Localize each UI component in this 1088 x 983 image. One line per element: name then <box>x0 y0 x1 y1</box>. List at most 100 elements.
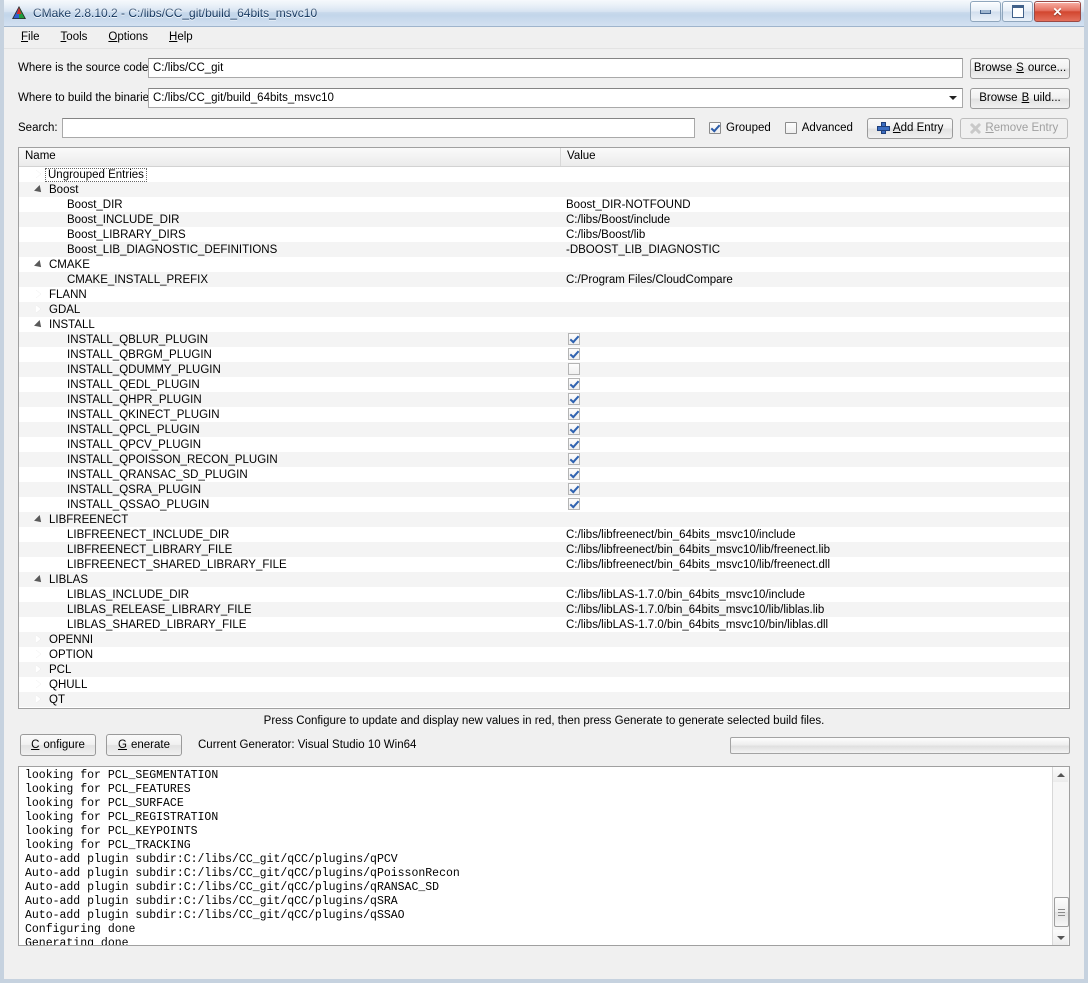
entry-checkbox[interactable] <box>568 363 580 376</box>
table-row[interactable]: Ungrouped Entries <box>19 167 1069 182</box>
table-row[interactable]: QT <box>19 692 1069 707</box>
cell-name[interactable]: INSTALL_QKINECT_PLUGIN <box>19 409 561 421</box>
table-row[interactable]: OPENNI <box>19 632 1069 647</box>
cell-value[interactable] <box>561 483 1069 496</box>
table-row[interactable]: OPTION <box>19 647 1069 662</box>
triangle-right-icon[interactable] <box>33 648 46 661</box>
table-row[interactable]: LIBLAS <box>19 572 1069 587</box>
cell-value[interactable] <box>561 348 1069 361</box>
source-input[interactable] <box>148 58 963 78</box>
menu-options[interactable]: Options <box>99 29 160 46</box>
cell-name[interactable]: INSTALL <box>19 318 561 331</box>
table-row[interactable]: INSTALL <box>19 317 1069 332</box>
triangle-right-icon[interactable] <box>33 633 46 646</box>
table-row[interactable]: Boost_LIBRARY_DIRS C:/libs/Boost/lib <box>19 227 1069 242</box>
cell-value[interactable] <box>561 468 1069 481</box>
triangle-down-icon[interactable] <box>33 183 46 196</box>
cell-name[interactable]: INSTALL_QBLUR_PLUGIN <box>19 334 561 346</box>
cell-value[interactable]: C:/libs/libfreenect/bin_64bits_msvc10/in… <box>561 529 1069 541</box>
minimize-button[interactable] <box>970 1 1001 22</box>
entry-checkbox[interactable] <box>568 378 580 391</box>
cell-name[interactable]: LIBLAS <box>19 573 561 586</box>
table-row[interactable]: LIBLAS_SHARED_LIBRARY_FILE C:/libs/libLAS… <box>19 617 1069 632</box>
output-log-scrollbar[interactable] <box>1052 767 1069 945</box>
triangle-down-icon[interactable] <box>33 318 46 331</box>
table-row[interactable]: Boost_LIB_DIAGNOSTIC_DEFINITIONS -DBOOST_… <box>19 242 1069 257</box>
cell-value[interactable] <box>561 393 1069 406</box>
table-row[interactable]: INSTALL_QPCV_PLUGIN <box>19 437 1069 452</box>
cell-name[interactable]: LIBLAS_SHARED_LIBRARY_FILE <box>19 619 561 631</box>
cell-value[interactable]: C:/libs/Boost/include <box>561 214 1069 226</box>
cell-name[interactable]: Ungrouped Entries <box>19 167 561 182</box>
table-row[interactable]: LIBFREENECT_SHARED_LIBRARY_FILE C:/libs/l… <box>19 557 1069 572</box>
cell-value[interactable] <box>561 498 1069 511</box>
grouped-checkbox[interactable]: Grouped <box>709 122 771 134</box>
table-row[interactable]: INSTALL_QDUMMY_PLUGIN <box>19 362 1069 377</box>
cell-value[interactable] <box>561 423 1069 436</box>
cell-name[interactable]: QHULL <box>19 678 561 691</box>
cell-value[interactable]: C:/libs/Boost/lib <box>561 229 1069 241</box>
triangle-down-icon[interactable] <box>33 513 46 526</box>
entry-checkbox[interactable] <box>568 498 580 511</box>
cell-name[interactable]: GDAL <box>19 303 561 316</box>
triangle-right-icon[interactable] <box>33 678 46 691</box>
cell-name[interactable]: QT <box>19 693 561 706</box>
cell-name[interactable]: INSTALL_QBRGM_PLUGIN <box>19 349 561 361</box>
menu-file[interactable]: File <box>12 29 52 46</box>
table-row[interactable]: INSTALL_QPOISSON_RECON_PLUGIN <box>19 452 1069 467</box>
advanced-checkbox-box[interactable] <box>784 122 797 134</box>
cell-value[interactable] <box>561 378 1069 391</box>
entry-checkbox[interactable] <box>568 393 580 406</box>
advanced-checkbox[interactable]: Advanced <box>784 122 853 134</box>
chevron-down-icon[interactable] <box>944 89 962 107</box>
table-row[interactable]: INSTALL_QBLUR_PLUGIN <box>19 332 1069 347</box>
build-combo[interactable] <box>148 88 963 108</box>
triangle-right-icon[interactable] <box>33 288 46 301</box>
cell-value[interactable]: -DBOOST_LIB_DIAGNOSTIC <box>561 244 1069 256</box>
table-row[interactable]: INSTALL_QKINECT_PLUGIN <box>19 407 1069 422</box>
entry-checkbox[interactable] <box>568 333 580 346</box>
cell-value[interactable] <box>561 438 1069 451</box>
cell-value[interactable]: C:/libs/libLAS-1.7.0/bin_64bits_msvc10/l… <box>561 604 1069 616</box>
scroll-down-icon[interactable] <box>1053 930 1068 945</box>
table-row[interactable]: PCL <box>19 662 1069 677</box>
cell-name[interactable]: LIBFREENECT <box>19 513 561 526</box>
triangle-right-icon[interactable] <box>33 693 46 706</box>
triangle-down-icon[interactable] <box>33 573 46 586</box>
entry-checkbox[interactable] <box>568 438 580 451</box>
cell-value[interactable] <box>561 408 1069 421</box>
cell-name[interactable]: INSTALL_QPOISSON_RECON_PLUGIN <box>19 454 561 466</box>
cell-name[interactable]: LIBFREENECT_LIBRARY_FILE <box>19 544 561 556</box>
table-row[interactable]: LIBFREENECT_LIBRARY_FILE C:/libs/libfreen… <box>19 542 1069 557</box>
cell-value[interactable]: C:/libs/libLAS-1.7.0/bin_64bits_msvc10/b… <box>561 619 1069 631</box>
cell-name[interactable]: LIBFREENECT_SHARED_LIBRARY_FILE <box>19 559 561 571</box>
triangle-right-icon[interactable] <box>33 303 46 316</box>
cell-value[interactable]: Boost_DIR-NOTFOUND <box>561 199 1069 211</box>
table-row[interactable]: LIBFREENECT <box>19 512 1069 527</box>
cell-name[interactable]: PCL <box>19 663 561 676</box>
entry-checkbox[interactable] <box>568 408 580 421</box>
triangle-down-icon[interactable] <box>33 258 46 271</box>
cell-name[interactable]: OPENNI <box>19 633 561 646</box>
table-row[interactable]: LIBFREENECT_INCLUDE_DIR C:/libs/libfreene… <box>19 527 1069 542</box>
cell-name[interactable]: LIBFREENECT_INCLUDE_DIR <box>19 529 561 541</box>
table-row[interactable]: INSTALL_QEDL_PLUGIN <box>19 377 1069 392</box>
scrollbar-thumb[interactable] <box>1054 897 1069 927</box>
cell-name[interactable]: OPTION <box>19 648 561 661</box>
column-header-value[interactable]: Value <box>561 148 1069 166</box>
cell-name[interactable]: FLANN <box>19 288 561 301</box>
cell-name[interactable]: Boost_INCLUDE_DIR <box>19 214 561 226</box>
cell-name[interactable]: INSTALL_QDUMMY_PLUGIN <box>19 364 561 376</box>
table-row[interactable]: LIBLAS_INCLUDE_DIR C:/libs/libLAS-1.7.0/b… <box>19 587 1069 602</box>
menu-tools[interactable]: Tools <box>52 29 100 46</box>
entry-checkbox[interactable] <box>568 423 580 436</box>
table-row[interactable]: FLANN <box>19 287 1069 302</box>
triangle-right-icon[interactable] <box>33 168 46 181</box>
output-log[interactable]: looking for PCL_SEGMENTATION looking for… <box>18 766 1070 946</box>
cell-value[interactable] <box>561 453 1069 466</box>
add-entry-button[interactable]: Add Entry <box>866 117 954 139</box>
cell-name[interactable]: Boost_LIBRARY_DIRS <box>19 229 561 241</box>
cell-value[interactable]: C:/Program Files/CloudCompare <box>561 274 1069 286</box>
cell-name[interactable]: INSTALL_QSSAO_PLUGIN <box>19 499 561 511</box>
table-row[interactable]: Boost <box>19 182 1069 197</box>
